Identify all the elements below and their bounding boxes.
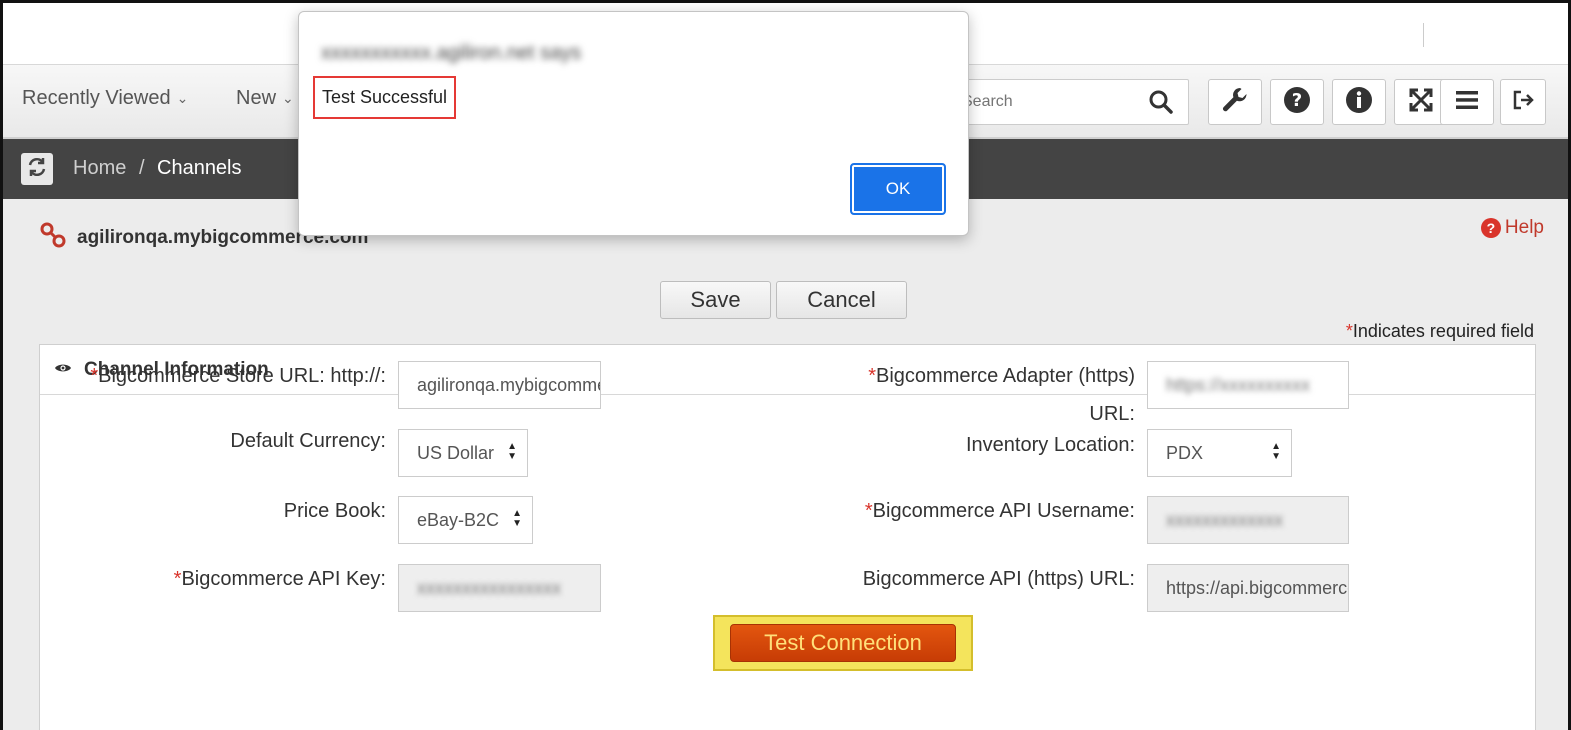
help-button[interactable]: ? xyxy=(1270,79,1324,125)
svg-text:?: ? xyxy=(1292,90,1302,111)
required-asterisk: * xyxy=(1345,321,1353,341)
select-arrows-icon: ▲ ▼ xyxy=(507,441,517,462)
required-field-note: *Indicates required field xyxy=(1346,321,1534,342)
inventory-location-value: PDX xyxy=(1166,443,1204,463)
main-content: agilironqa.mybigcommerce.com ? Help Save… xyxy=(3,199,1568,730)
info-icon xyxy=(1344,85,1374,120)
required-note-text: Indicates required field xyxy=(1352,321,1534,341)
refresh-button[interactable] xyxy=(21,153,53,185)
hamburger-icon xyxy=(1454,87,1480,118)
api-key-value: xxxxxxxxxxxxxxxx xyxy=(417,578,561,598)
recently-viewed-menu[interactable]: Recently Viewed ⌄ xyxy=(22,87,188,110)
channel-information-panel: Channel Information *Bigcommerce Store U… xyxy=(39,344,1536,730)
api-username-value: xxxxxxxxxxxxx xyxy=(1166,510,1283,530)
search-icon[interactable] xyxy=(1148,89,1174,120)
select-arrows-icon: ▲ ▼ xyxy=(512,508,522,529)
default-currency-select[interactable]: US Dollar ▲ ▼ xyxy=(398,429,528,477)
menu-button[interactable] xyxy=(1440,79,1494,125)
default-currency-label: Default Currency: xyxy=(230,430,386,452)
info-button[interactable] xyxy=(1332,79,1386,125)
ok-button[interactable]: OK xyxy=(850,163,946,215)
api-url-label: Bigcommerce API (https) URL: xyxy=(862,568,1135,590)
api-key-label: *Bigcommerce API Key: xyxy=(173,568,386,590)
new-menu[interactable]: New ⌄ xyxy=(236,87,294,110)
top-bar-divider xyxy=(1423,23,1424,47)
question-icon: ? xyxy=(1282,85,1312,120)
expand-icon xyxy=(1407,86,1435,119)
store-url-field[interactable]: agilironqa.mybigcommerce.com xyxy=(398,361,601,409)
test-connection-highlight: Test Connection xyxy=(713,615,973,671)
dialog-message: Test Successful xyxy=(313,76,457,119)
help-label: Help xyxy=(1504,217,1544,238)
help-link[interactable]: ? Help xyxy=(1480,217,1544,239)
select-arrows-icon: ▲ ▼ xyxy=(1271,441,1281,462)
inventory-location-select[interactable]: PDX ▲ ▼ xyxy=(1147,429,1292,477)
link-icon xyxy=(39,221,67,255)
test-connection-button[interactable]: Test Connection xyxy=(730,624,956,662)
breadcrumb-separator: / xyxy=(139,157,145,179)
sign-out-icon xyxy=(1511,88,1535,117)
wrench-icon xyxy=(1220,85,1250,120)
save-button[interactable]: Save xyxy=(660,281,771,319)
default-currency-value: US Dollar xyxy=(417,443,495,463)
api-username-field[interactable]: xxxxxxxxxxxxx xyxy=(1147,496,1349,544)
store-url-label: *Bigcommerce Store URL: http://: xyxy=(90,365,386,387)
logout-button[interactable] xyxy=(1500,79,1546,125)
chevron-down-icon: ⌄ xyxy=(176,90,189,106)
search-input[interactable] xyxy=(962,90,1142,114)
price-book-select[interactable]: eBay-B2C ▲ ▼ xyxy=(398,496,533,544)
adapter-url-field[interactable]: https://xxxxxxxxxx xyxy=(1147,361,1349,409)
recently-viewed-label: Recently Viewed xyxy=(22,87,171,109)
api-username-label: *Bigcommerce API Username: xyxy=(864,500,1135,522)
price-book-label: Price Book: xyxy=(283,500,386,522)
breadcrumb-home[interactable]: Home xyxy=(73,157,126,180)
new-label: New xyxy=(236,87,277,109)
inventory-location-label: Inventory Location: xyxy=(966,434,1135,456)
breadcrumb-current: Channels xyxy=(157,157,242,179)
cancel-button[interactable]: Cancel xyxy=(776,281,907,319)
search-box xyxy=(953,79,1189,125)
adapter-url-label: *Bigcommerce Adapter (https) URL: xyxy=(868,365,1135,425)
alert-dialog: xxxxxxxxxxx.agiliron.net says Test Succe… xyxy=(298,11,969,236)
price-book-value: eBay-B2C xyxy=(417,510,500,530)
refresh-icon xyxy=(26,156,48,183)
tools-button[interactable] xyxy=(1208,79,1262,125)
api-key-field[interactable]: xxxxxxxxxxxxxxxx xyxy=(398,564,601,612)
help-question-icon: ? xyxy=(1480,218,1501,238)
api-url-field[interactable]: https://api.bigcommerce.com xyxy=(1147,564,1349,612)
chevron-down-icon: ⌄ xyxy=(282,90,294,106)
dialog-origin: xxxxxxxxxxx.agiliron.net says xyxy=(321,42,582,64)
adapter-url-value: https://xxxxxxxxxx xyxy=(1166,375,1311,395)
